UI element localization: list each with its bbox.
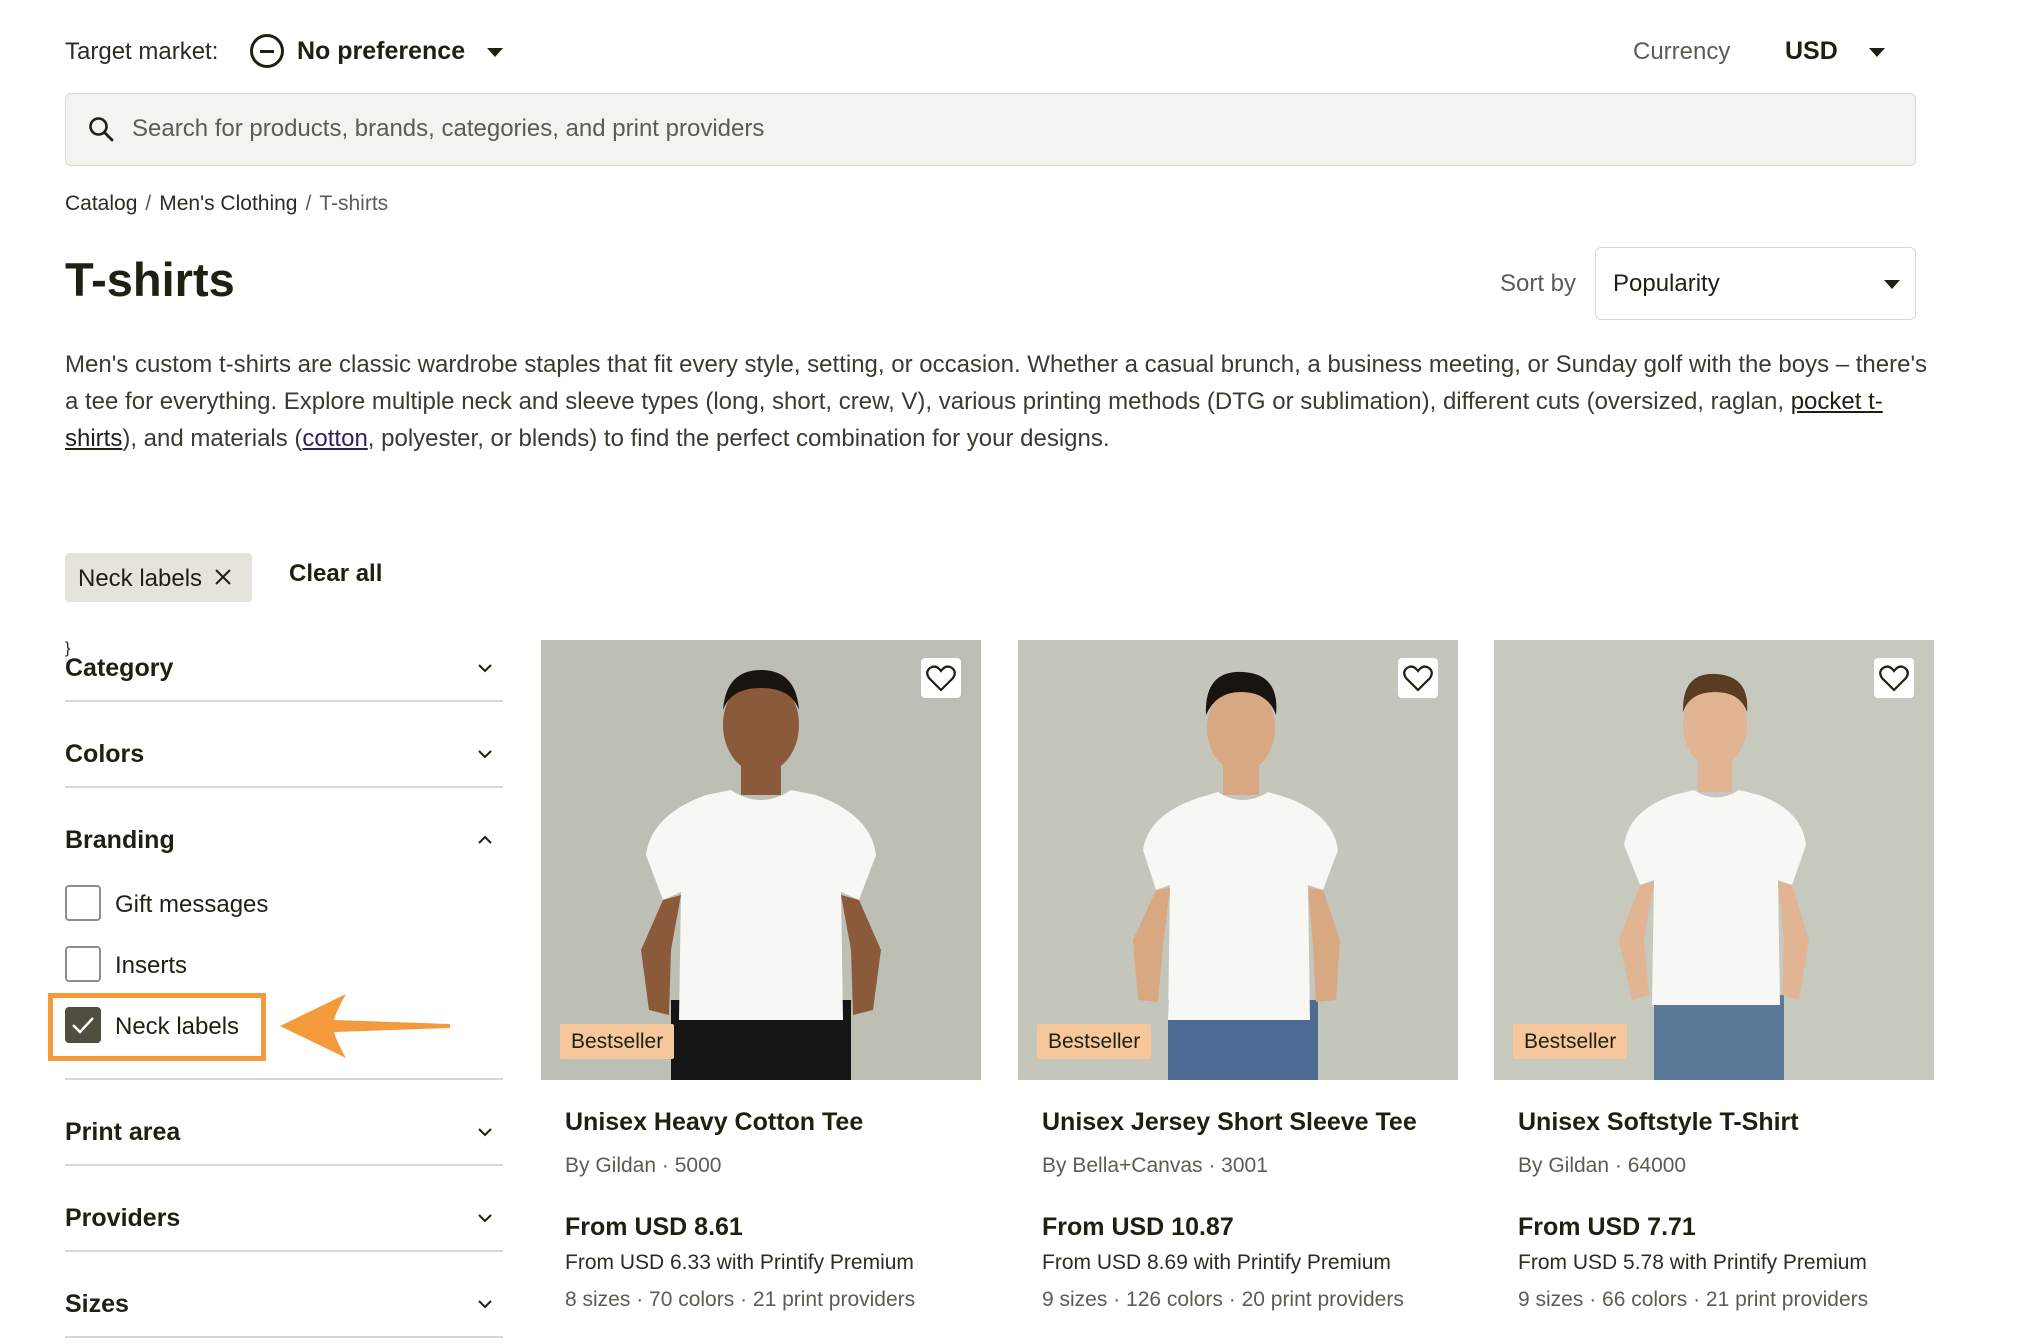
product-premium-price: From USD 6.33 with Printify Premium [565,1251,914,1274]
search-icon [89,117,114,142]
product-image[interactable]: Bestseller [1018,640,1458,1080]
product-name[interactable]: Unisex Heavy Cotton Tee [565,1108,863,1137]
product-brand: By Gildan · 5000 [565,1154,722,1177]
filter-header[interactable]: Sizes [65,1276,503,1318]
arrow-left-icon [280,994,450,1058]
filter-title: Colors [65,740,145,768]
option-label: Inserts [115,952,188,979]
product-photo [1018,640,1458,1080]
product-photo [541,640,981,1080]
product-name[interactable]: Unisex Jersey Short Sleeve Tee [1042,1108,1417,1137]
filter-chip-label: Neck labels [78,565,203,592]
product-meta: 9 sizes · 66 colors · 21 print providers [1518,1288,1869,1311]
filter-title: Branding [65,826,175,854]
filter-chip-neck-labels[interactable]: Neck labels [65,553,252,602]
close-icon[interactable] [212,566,234,588]
breadcrumb-catalog[interactable]: Catalog [65,192,137,215]
checkbox[interactable] [65,885,101,921]
chevron-down-icon [478,1128,492,1137]
branding-option-gift-messages[interactable]: Gift messages [65,885,305,923]
favorite-button[interactable] [921,658,961,698]
divider [65,1164,503,1166]
divider [65,1336,503,1338]
divider [65,786,503,788]
chevron-down-icon [478,1214,492,1223]
checkbox[interactable] [65,946,101,982]
chevron-down-icon[interactable] [487,48,503,57]
product-image[interactable]: Bestseller [1494,640,1934,1080]
description-text: , polyester, or blends) to find the perf… [367,425,1110,452]
divider [65,700,503,702]
sort-dropdown[interactable]: Popularity [1595,247,1916,320]
description-text: Men's custom t-shirts are classic wardro… [65,351,1928,415]
minus-circle-icon[interactable] [250,34,284,68]
product-premium-price: From USD 5.78 with Printify Premium [1518,1251,1867,1274]
target-market-label: Target market: [65,38,219,65]
product-meta: 9 sizes · 126 colors · 20 print provider… [1042,1288,1404,1311]
chevron-down-icon [1884,280,1900,289]
product-photo [1494,640,1934,1080]
filter-title: Sizes [65,1290,129,1318]
currency-dropdown[interactable]: USD [1785,37,1838,66]
description-text: ), and materials ( [122,425,303,452]
divider [65,1250,503,1252]
category-description: Men's custom t-shirts are classic wardro… [65,346,1935,457]
heart-icon [926,665,956,692]
search-bar[interactable] [65,93,1916,166]
cotton-link[interactable]: cotton [302,425,367,452]
target-market-dropdown[interactable]: No preference [297,37,465,66]
product-meta: 8 sizes · 70 colors · 21 print providers [565,1288,916,1311]
product-brand: By Bella+Canvas · 3001 [1042,1154,1268,1177]
favorite-button[interactable] [1398,658,1438,698]
filter-title: Category [65,654,174,682]
breadcrumb-separator: / [145,192,152,215]
search-input[interactable] [132,94,1892,164]
page-title: T-shirts [65,253,235,306]
bestseller-badge: Bestseller [560,1024,675,1059]
branding-option-inserts[interactable]: Inserts [65,946,305,984]
chevron-down-icon [478,750,492,759]
sort-label: Sort by [1500,270,1577,297]
product-name[interactable]: Unisex Softstyle T-Shirt [1518,1108,1799,1137]
bestseller-badge: Bestseller [1037,1024,1152,1059]
breadcrumb: Catalog / Men's Clothing / T-shirts [65,192,388,216]
clear-all-button[interactable]: Clear all [289,560,382,588]
chevron-down-icon [478,1300,492,1309]
annotation-highlight-box [48,993,266,1061]
chevron-down-icon[interactable] [1869,48,1885,57]
currency-label: Currency [1633,38,1731,65]
filter-header[interactable]: Category } [65,640,503,682]
product-brand: By Gildan · 64000 [1518,1154,1687,1177]
option-label: Gift messages [115,891,269,918]
breadcrumb-separator: / [305,192,312,215]
filter-title: Print area [65,1118,181,1146]
top-bar: Target market: No preference Currency US… [65,30,2034,74]
chevron-up-icon [478,835,492,844]
product-price: From USD 10.87 [1042,1213,1234,1241]
heart-icon [1403,665,1433,692]
filter-header[interactable]: Providers [65,1190,503,1232]
breadcrumb-current: T-shirts [319,192,389,215]
filter-header[interactable]: Branding [65,812,503,854]
product-premium-price: From USD 8.69 with Printify Premium [1042,1251,1391,1274]
product-image[interactable]: Bestseller [541,640,981,1080]
filter-header[interactable]: Print area [65,1104,503,1146]
divider [65,1078,503,1080]
product-price: From USD 8.61 [565,1213,743,1241]
breadcrumb-mens-clothing[interactable]: Men's Clothing [159,192,297,215]
heart-icon [1879,665,1909,692]
sort-value: Popularity [1613,270,1720,297]
favorite-button[interactable] [1874,658,1914,698]
filter-header[interactable]: Colors [65,726,503,768]
bestseller-badge: Bestseller [1513,1024,1628,1059]
product-price: From USD 7.71 [1518,1213,1696,1241]
filter-title: Providers [65,1204,181,1232]
chevron-down-icon [478,664,492,673]
